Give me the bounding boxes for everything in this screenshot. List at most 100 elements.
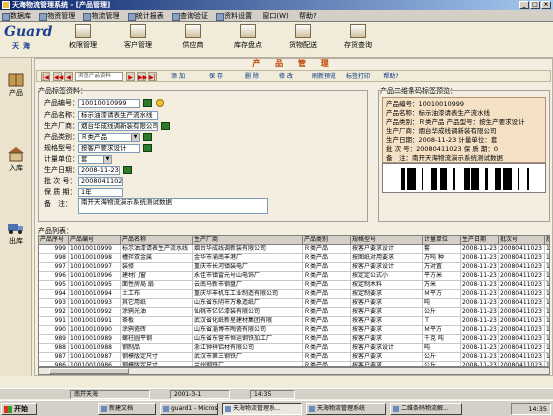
column-header[interactable]: 规格型号 <box>351 236 423 245</box>
toolbar-permission-button[interactable]: 权限管理 <box>58 24 108 56</box>
table-cell[interactable]: 10010010989 <box>69 335 121 344</box>
table-cell[interactable]: 按客户要求 <box>351 299 423 308</box>
table-cell[interactable]: Ｒ类产品 <box>303 326 351 335</box>
table-cell[interactable]: 1年 <box>545 254 549 263</box>
table-cell[interactable]: 1年 <box>545 344 549 353</box>
menu-logistics[interactable]: 物流管理 <box>81 10 123 22</box>
table-cell[interactable]: 武汉市第三钢铁厂 <box>193 353 303 362</box>
table-cell[interactable]: 山东省东阴市万象造纸厂 <box>193 299 303 308</box>
table-cell[interactable]: 20080411023 <box>499 326 545 335</box>
save-button[interactable]: 保 存 <box>205 72 227 81</box>
table-cell[interactable]: 1年 <box>545 299 549 308</box>
date-field[interactable]: 2008-11-23 <box>78 166 120 175</box>
toolbar-stock-query-button[interactable]: 存货查询 <box>333 24 383 56</box>
unit-select[interactable]: 套 ▼ <box>78 155 112 164</box>
table-cell[interactable]: Ｒ类产品 <box>303 272 351 281</box>
table-cell[interactable]: Ｒ类产品 <box>303 281 351 290</box>
help-button[interactable]: 帮助? <box>381 72 401 81</box>
start-button[interactable]: 开始 <box>1 403 37 415</box>
table-cell[interactable]: 按客户要求 <box>351 326 423 335</box>
table-cell[interactable]: Ｒ类产品 <box>303 317 351 326</box>
table-cell[interactable]: Ｍ平方 <box>423 290 461 299</box>
add-button[interactable]: 添 加 <box>167 72 189 81</box>
table-cell[interactable]: Ｒ类产品 <box>303 308 351 317</box>
column-header[interactable]: 产品序号 <box>39 236 69 245</box>
table-cell[interactable]: 螺柱圆平钢 <box>121 335 193 344</box>
table-cell[interactable]: 1年 <box>545 353 549 362</box>
table-cell[interactable]: 20080411023 <box>499 281 545 290</box>
table-cell[interactable]: 钢制品 <box>121 344 193 353</box>
task-guard-word[interactable]: guard1 - Microsoft... <box>160 403 218 415</box>
toolbar-inventory-button[interactable]: 库存盘点 <box>223 24 273 56</box>
table-cell[interactable]: 992 <box>39 308 69 317</box>
minimize-button[interactable]: _ <box>519 1 529 9</box>
table-cell[interactable]: 按定定公式小 <box>351 272 423 281</box>
smiley-icon[interactable] <box>156 99 164 107</box>
table-cell[interactable]: 建材门窗 <box>121 272 193 281</box>
scroll-thumb[interactable] <box>49 368 129 374</box>
table-cell[interactable]: Ｔ <box>423 317 461 326</box>
batch-field[interactable]: 20080411023 <box>78 177 123 186</box>
menu-materials[interactable]: 物资管理 <box>37 10 79 22</box>
table-cell[interactable]: 2008-11-23 <box>461 344 499 353</box>
table-cell[interactable]: 土工布 <box>121 290 193 299</box>
table-cell[interactable]: 1年 <box>545 281 549 290</box>
next-record-button[interactable]: ▶ <box>126 72 135 81</box>
table-cell[interactable]: Ｒ类产品 <box>303 245 351 254</box>
table-cell[interactable]: 2008-11-23 <box>461 254 499 263</box>
table-cell[interactable]: 永佳市镇雷元号山电饰厂 <box>193 272 303 281</box>
table-cell[interactable]: 20080411023 <box>499 245 545 254</box>
table-cell[interactable]: 烟台华成线调新装有限公司 <box>193 245 303 254</box>
table-cell[interactable]: 公斤 <box>423 353 461 362</box>
table-cell[interactable]: 2008-11-23 <box>461 290 499 299</box>
toolbar-customer-button[interactable]: 客户管理 <box>113 24 163 56</box>
table-cell[interactable]: 按客户要求设计 <box>351 344 423 353</box>
table-cell[interactable]: 仙桃市亿亿漆装有限公司 <box>193 308 303 317</box>
code-field[interactable]: 10010010999 <box>78 99 140 108</box>
table-cell[interactable]: 按客户要求 <box>351 335 423 344</box>
table-cell[interactable]: 2008-11-23 <box>461 326 499 335</box>
toolbar-delivery-button[interactable]: 货物配送 <box>278 24 328 56</box>
table-cell[interactable]: 2008-11-23 <box>461 308 499 317</box>
table-cell[interactable]: 按客户要求设计 <box>351 245 423 254</box>
table-cell[interactable]: 重庆市长河镇装电厂 <box>193 263 303 272</box>
table-cell[interactable]: 按客户要求 <box>351 308 423 317</box>
column-header[interactable]: 批次号 <box>499 236 545 245</box>
model-field[interactable]: 按客户要求设计 <box>78 144 140 153</box>
category-select[interactable]: Ｒ类产品 ▼ <box>78 133 140 142</box>
table-cell[interactable]: 茶板 <box>121 317 193 326</box>
table-cell[interactable]: 998 <box>39 254 69 263</box>
table-cell[interactable]: 987 <box>39 353 69 362</box>
table-cell[interactable]: 10010010988 <box>69 344 121 353</box>
table-cell[interactable]: 按客户要求 <box>351 317 423 326</box>
table-cell[interactable]: 2008-11-23 <box>461 317 499 326</box>
table-cell[interactable]: 10010010987 <box>69 353 121 362</box>
next-page-button[interactable]: ▶▶ <box>137 72 147 81</box>
table-cell[interactable]: 按定制要求 <box>351 290 423 299</box>
table-cell[interactable]: 标示油漆请表生产流水线 <box>121 245 193 254</box>
print-label-button[interactable]: 标签打印 <box>343 72 373 81</box>
task-new-document[interactable]: 新建文档 <box>98 403 156 415</box>
table-cell[interactable]: 20080411023 <box>499 254 545 263</box>
table-cell[interactable]: 20080411023 <box>499 299 545 308</box>
table-cell[interactable]: 20080411023 <box>499 290 545 299</box>
table-cell[interactable]: 10010010990 <box>69 326 121 335</box>
table-cell[interactable]: 浙江钟祥铝材有限公司 <box>193 344 303 353</box>
table-cell[interactable]: 10010010993 <box>69 299 121 308</box>
table-cell[interactable]: 10010010995 <box>69 281 121 290</box>
last-record-button[interactable]: ▶| <box>148 72 157 81</box>
table-cell[interactable]: 10010010997 <box>69 263 121 272</box>
calendar-icon[interactable] <box>123 166 132 174</box>
table-cell[interactable]: 10010010994 <box>69 290 121 299</box>
table-cell[interactable]: Ｒ类产品 <box>303 263 351 272</box>
name-field[interactable]: 标示油漆请表生产流水线 <box>78 111 158 120</box>
table-cell[interactable]: 20080411023 <box>499 308 545 317</box>
table-cell[interactable]: 989 <box>39 335 69 344</box>
table-cell[interactable]: 2008-11-23 <box>461 272 499 281</box>
table-cell[interactable]: 万吨 种 <box>423 254 461 263</box>
column-header[interactable]: 产品类别 <box>303 236 351 245</box>
lookup-icon[interactable] <box>143 133 152 141</box>
table-cell[interactable]: 1年 <box>545 326 549 335</box>
table-cell[interactable]: 2008-11-23 <box>461 299 499 308</box>
menu-query[interactable]: 查询验证 <box>170 10 212 22</box>
